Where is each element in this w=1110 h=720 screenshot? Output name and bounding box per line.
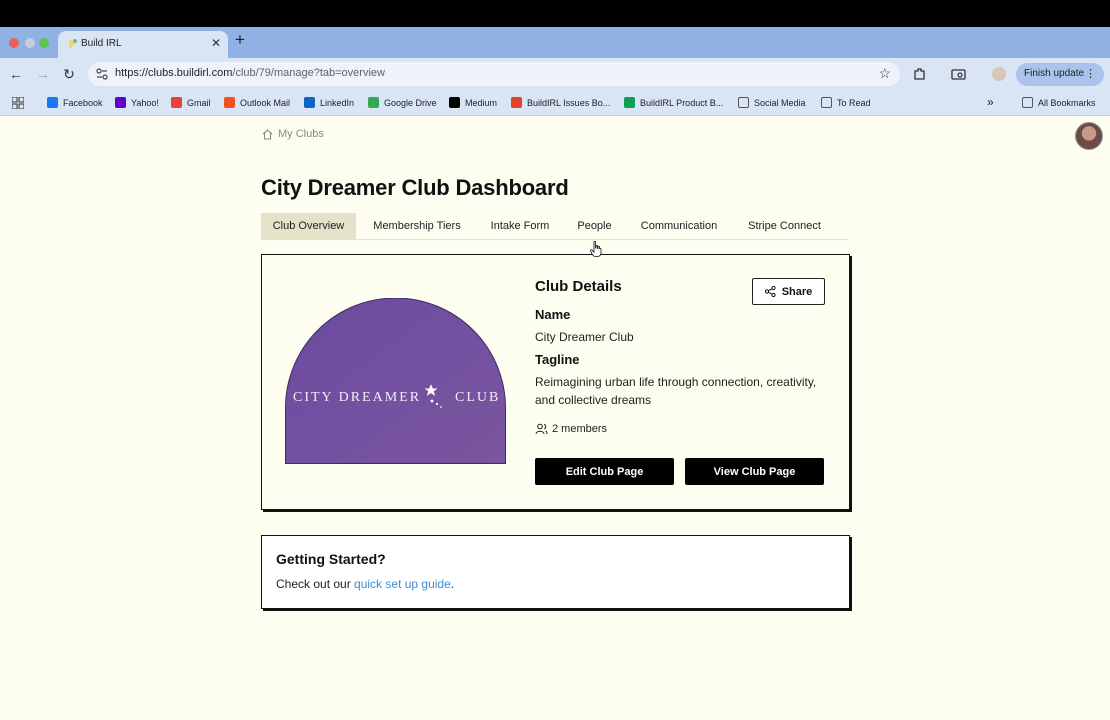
bookmark-star-icon[interactable]: ☆ — [878, 65, 891, 82]
outlook-icon — [224, 97, 235, 108]
bookmark-item[interactable]: BuildIRL Product B... — [624, 97, 723, 108]
getting-started-text: Check out our quick set up guide. — [276, 577, 455, 591]
club-logo: CITY DREAMER CLUB — [285, 298, 506, 464]
facebook-icon — [47, 97, 58, 108]
bookmark-label: Facebook — [63, 97, 103, 108]
club-details-heading: Club Details — [535, 278, 622, 295]
folder-icon — [821, 97, 832, 108]
address-bar[interactable]: https://clubs.buildirl.com/club/79/manag… — [88, 62, 900, 86]
folder-icon — [1022, 97, 1033, 108]
breadcrumb-label: My Clubs — [278, 128, 324, 140]
bookmark-label: BuildIRL Product B... — [640, 97, 724, 108]
getting-started-heading: Getting Started? — [276, 551, 386, 567]
bookmark-label: Gmail — [187, 97, 211, 108]
name-label: Name — [535, 307, 571, 322]
logo-text-right: CLUB — [455, 390, 500, 405]
maximize-window-button[interactable] — [39, 38, 49, 48]
gitlab-icon — [511, 97, 522, 108]
tagline-value: Reimagining urban life through connectio… — [535, 375, 817, 407]
bookmark-item[interactable]: Yahoo! — [115, 97, 159, 108]
bookmark-item[interactable]: Google Drive — [368, 97, 437, 108]
page-title: City Dreamer Club Dashboard — [261, 175, 569, 200]
bookmark-item[interactable]: Medium — [449, 97, 497, 108]
browser-tab[interactable]: Build IRL ✕ — [58, 31, 228, 58]
view-club-page-button[interactable]: View Club Page — [685, 458, 824, 485]
minimize-window-button[interactable] — [25, 38, 35, 48]
bookmark-label: Yahoo! — [131, 97, 159, 108]
bookmarks-bar: Facebook Yahoo! Gmail Outlook Mail LinkedIn G… — [0, 91, 1110, 116]
bookmark-item[interactable]: Outlook Mail — [224, 97, 290, 108]
tab-intake-form[interactable]: Intake Form — [483, 213, 557, 239]
breadcrumb[interactable]: My Clubs — [262, 128, 324, 140]
hand-cursor-icon — [590, 241, 602, 257]
browser-toolbar: ← → ↻ https://clubs.buildirl.com/club/79… — [0, 58, 1110, 91]
bookmark-item[interactable]: Gmail — [171, 97, 211, 108]
screen-top-bar — [0, 0, 1110, 27]
getting-started-card — [261, 535, 850, 609]
people-icon — [535, 423, 548, 435]
tab-stripe-connect[interactable]: Stripe Connect — [739, 213, 830, 239]
apps-grid-icon[interactable] — [12, 97, 24, 109]
tab-title: Build IRL — [81, 38, 122, 49]
bookmark-label: To Read — [837, 97, 871, 108]
user-avatar[interactable] — [1075, 122, 1103, 150]
bookmark-item[interactable]: Social Media — [738, 97, 806, 108]
name-value: City Dreamer Club — [535, 330, 634, 344]
finish-update-button[interactable]: Finish update ⋮ — [1016, 63, 1104, 86]
browser-tab-bar: Build IRL ✕ + — [0, 27, 1110, 58]
close-window-button[interactable] — [9, 38, 19, 48]
extensions-icon[interactable] — [912, 67, 927, 82]
medium-icon — [449, 97, 460, 108]
all-bookmarks-button[interactable]: All Bookmarks — [1022, 97, 1096, 108]
tagline-label: Tagline — [535, 352, 580, 367]
sheets-icon — [624, 97, 635, 108]
edit-club-page-button[interactable]: Edit Club Page — [535, 458, 674, 485]
quick-setup-guide-link[interactable]: quick set up guide — [354, 577, 451, 591]
new-tab-button[interactable]: + — [235, 30, 245, 50]
folder-icon — [738, 97, 749, 108]
yahoo-icon — [115, 97, 126, 108]
bookmark-label: Medium — [465, 97, 498, 108]
member-count: 2 members — [535, 423, 607, 435]
bookmark-item[interactable]: Facebook — [47, 97, 103, 108]
dashboard-tabs: Club Overview Membership Tiers Intake Fo… — [261, 213, 848, 240]
site-settings-icon[interactable] — [95, 67, 109, 81]
bookmark-item[interactable]: LinkedIn — [304, 97, 354, 108]
linkedin-icon — [304, 97, 315, 108]
bookmark-item[interactable]: To Read — [821, 97, 871, 108]
gmail-icon — [171, 97, 182, 108]
forward-icon[interactable]: → — [35, 66, 51, 82]
home-icon — [262, 128, 273, 140]
bookmark-label: BuildIRL Issues Bo... — [527, 97, 611, 108]
bookmark-label: Google Drive — [384, 97, 437, 108]
logo-text-left: CITY DREAMER — [293, 390, 421, 405]
tab-search-icon[interactable] — [951, 67, 966, 82]
bookmark-label: Social Media — [754, 97, 806, 108]
url-text: https://clubs.buildirl.com/club/79/manag… — [115, 67, 385, 79]
drive-icon — [368, 97, 379, 108]
share-icon — [764, 286, 776, 297]
bookmark-label: LinkedIn — [320, 97, 355, 108]
tab-membership-tiers[interactable]: Membership Tiers — [365, 213, 469, 239]
close-tab-icon[interactable]: ✕ — [211, 36, 221, 50]
tab-communication[interactable]: Communication — [632, 213, 726, 239]
buildirl-favicon-icon — [69, 39, 77, 49]
share-button[interactable]: Share — [752, 278, 825, 305]
profile-avatar-icon[interactable] — [992, 67, 1006, 81]
bookmark-label: Outlook Mail — [240, 97, 291, 108]
bookmark-item[interactable]: BuildIRL Issues Bo... — [511, 97, 610, 108]
tab-club-overview[interactable]: Club Overview — [261, 213, 356, 239]
more-bookmarks-icon[interactable]: » — [987, 95, 994, 109]
reload-icon[interactable]: ↻ — [61, 66, 77, 82]
tab-people[interactable]: People — [570, 213, 619, 239]
more-menu-icon[interactable]: ⋮ — [1085, 67, 1096, 80]
back-icon[interactable]: ← — [8, 66, 24, 82]
